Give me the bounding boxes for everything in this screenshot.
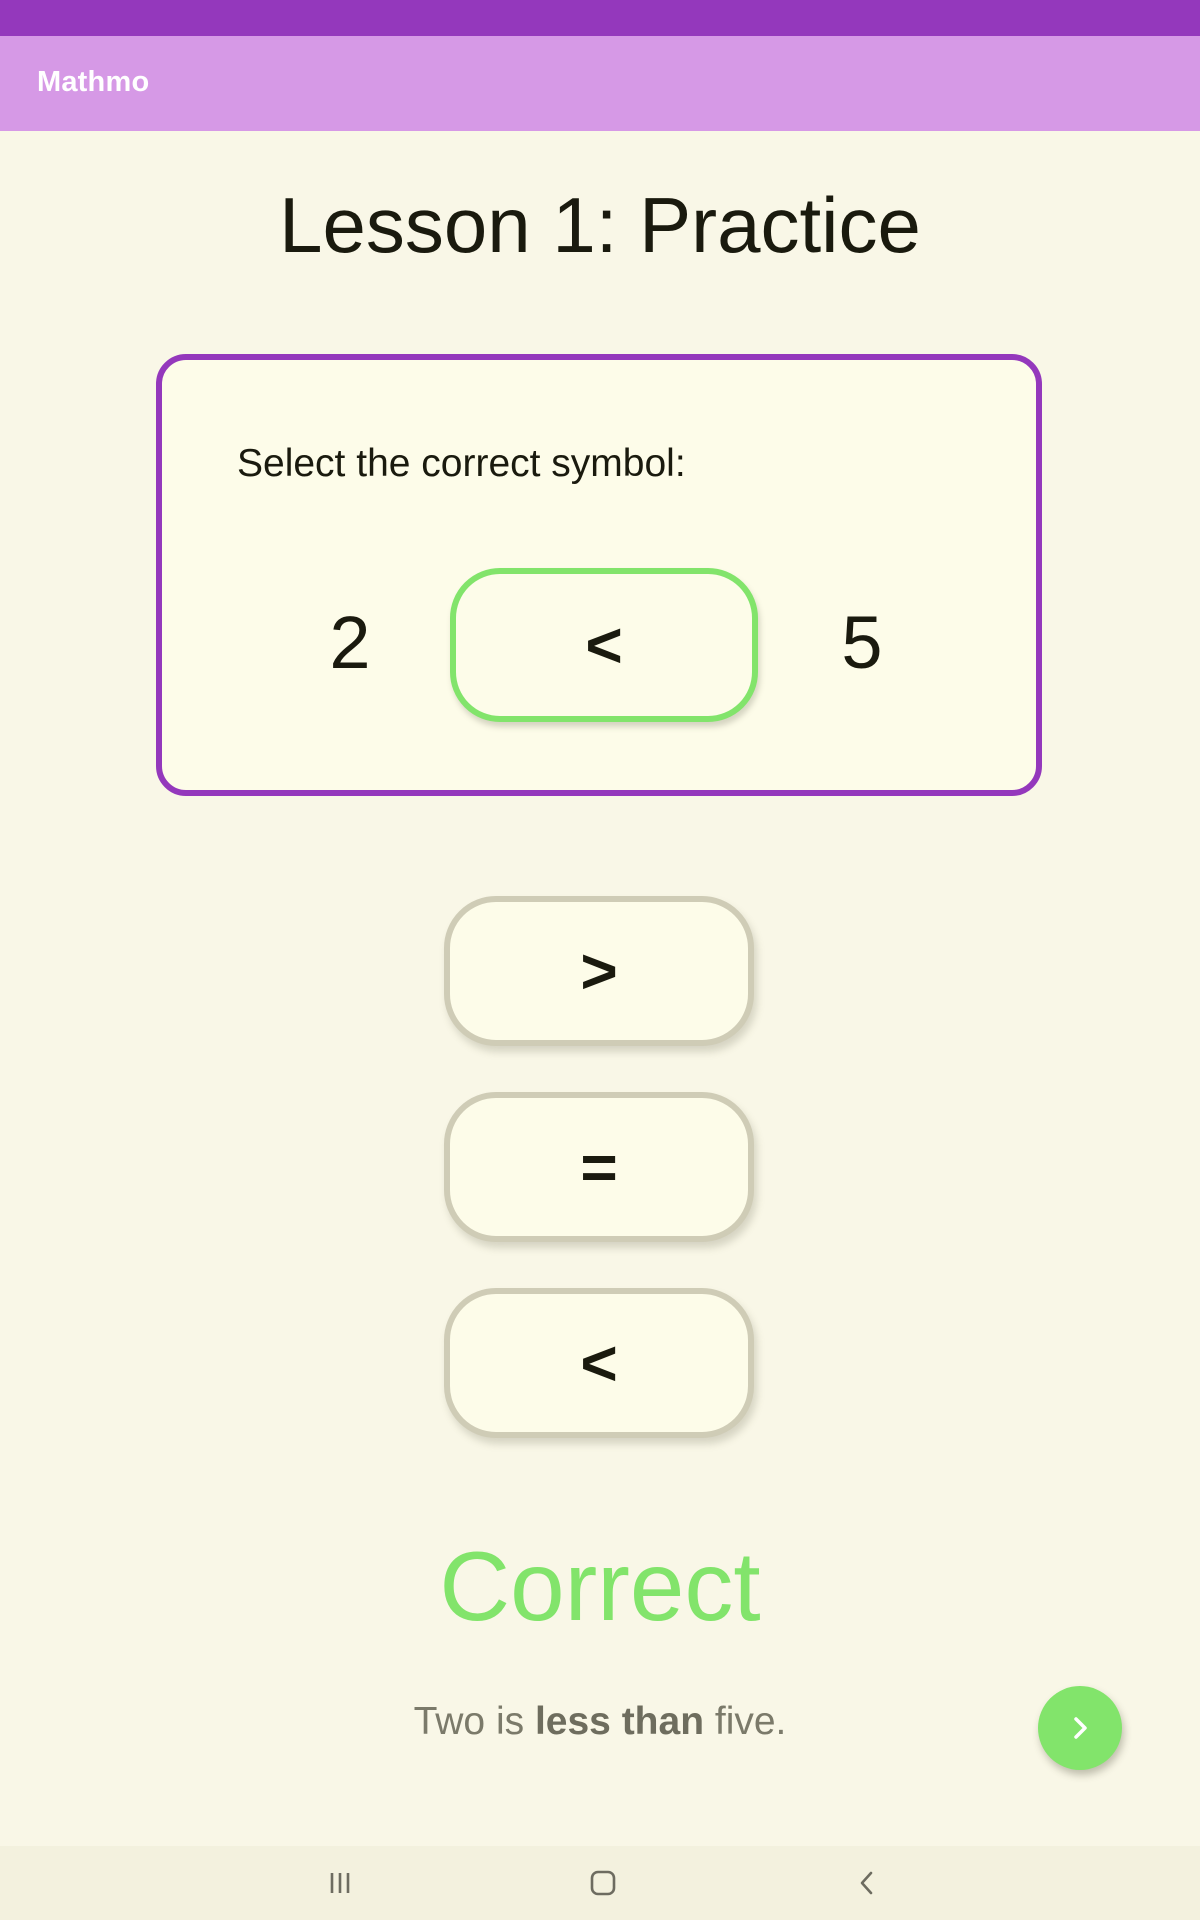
question-prompt: Select the correct symbol:: [237, 442, 686, 485]
left-operand: 2: [329, 601, 371, 684]
next-button[interactable]: [1038, 1686, 1122, 1770]
question-card: Select the correct symbol: 2 < 5: [156, 354, 1042, 796]
nav-home-button[interactable]: [563, 1860, 643, 1906]
recent-apps-icon: [330, 1873, 350, 1893]
back-icon: [860, 1871, 873, 1895]
home-icon: [590, 1870, 616, 1896]
right-operand: 5: [841, 601, 883, 684]
answer-slot[interactable]: <: [450, 568, 758, 722]
app-title: Mathmo: [37, 66, 150, 98]
nav-back-button[interactable]: [827, 1860, 907, 1906]
choice-equals-button[interactable]: =: [444, 1092, 754, 1242]
choice-less-than-button[interactable]: <: [444, 1288, 754, 1438]
screen: Mathmo Lesson 1: Practice Select the cor…: [0, 0, 1200, 1920]
app-bar: Mathmo: [0, 36, 1200, 131]
explanation-suffix: five.: [704, 1700, 787, 1743]
choice-greater-than-button[interactable]: >: [444, 896, 754, 1046]
nav-recent-apps-button[interactable]: [300, 1860, 380, 1906]
explanation-prefix: Two is: [413, 1700, 535, 1743]
result-text: Correct: [439, 1531, 761, 1641]
system-nav-bar: [0, 1846, 1200, 1920]
status-bar: [0, 0, 1200, 36]
lesson-title: Lesson 1: Practice: [279, 181, 921, 269]
explanation-emphasis: less than: [534, 1700, 705, 1743]
chevron-right-icon: [1074, 1717, 1087, 1739]
explanation-text: Two is less than five.: [0, 1700, 1200, 1744]
